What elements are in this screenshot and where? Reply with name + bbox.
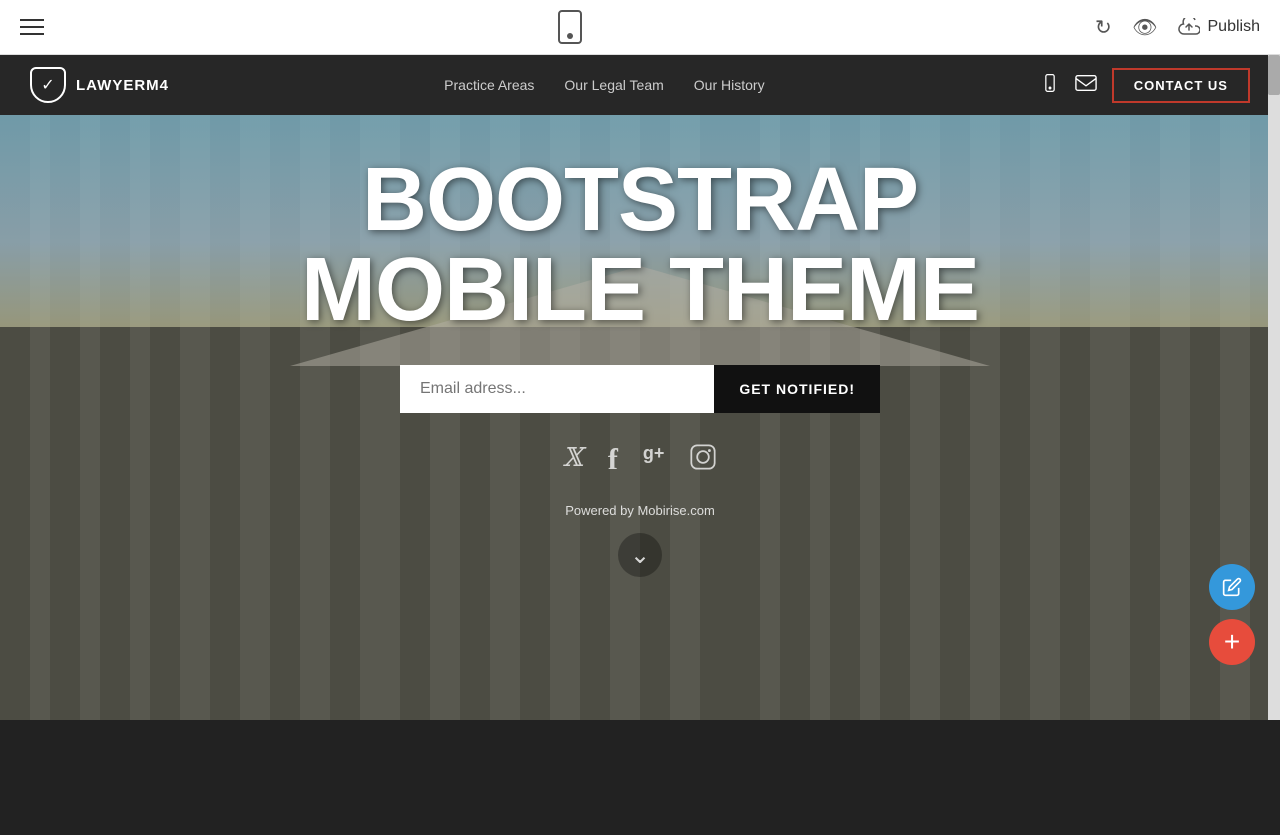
twitter-icon[interactable]: 𝕏 <box>563 443 583 478</box>
google-plus-icon[interactable]: g+ <box>643 443 665 478</box>
mobile-preview-toggle[interactable] <box>558 10 582 44</box>
mail-icon[interactable] <box>1075 74 1097 97</box>
hero-section: BOOTSTRAP MOBILE THEME GET NOTIFIED! 𝕏 f… <box>0 115 1280 720</box>
nav-our-history[interactable]: Our History <box>694 77 765 93</box>
hero-title-line1: BOOTSTRAP <box>362 150 918 250</box>
editor-right-group: ↺ 👁 Publish <box>1095 15 1260 40</box>
editor-center-group <box>558 10 582 44</box>
cloud-upload-icon <box>1178 18 1200 36</box>
hero-form: GET NOTIFIED! <box>400 365 880 413</box>
scrollbar[interactable] <box>1268 55 1280 720</box>
publish-label: Publish <box>1208 18 1260 36</box>
publish-button[interactable]: Publish <box>1178 18 1260 36</box>
powered-by-text: Powered by Mobirise.com <box>565 503 715 518</box>
notify-button[interactable]: GET NOTIFIED! <box>714 365 880 413</box>
editor-left-group <box>20 19 44 35</box>
facebook-icon[interactable]: f <box>608 443 618 478</box>
plus-icon: + <box>1224 626 1240 658</box>
hero-title: BOOTSTRAP MOBILE THEME <box>301 155 979 335</box>
scroll-down-button[interactable]: ⌄ <box>618 533 662 577</box>
hero-title-line2: MOBILE THEME <box>301 240 979 340</box>
nav-legal-team[interactable]: Our Legal Team <box>564 77 663 93</box>
site-logo-text: LAWYERM4 <box>76 77 169 94</box>
email-input[interactable] <box>400 365 714 413</box>
contact-us-button[interactable]: CONTACT US <box>1112 68 1250 103</box>
shield-logo-icon <box>30 67 66 103</box>
add-fab-button[interactable]: + <box>1209 619 1255 665</box>
scrollbar-thumb[interactable] <box>1268 55 1280 95</box>
social-icons-group: 𝕏 f g+ <box>563 443 718 478</box>
site-navbar: LAWYERM4 Practice Areas Our Legal Team O… <box>0 55 1280 115</box>
hamburger-menu[interactable] <box>20 19 44 35</box>
undo-button[interactable]: ↺ <box>1095 15 1112 40</box>
site-nav-right: CONTACT US <box>1040 68 1250 103</box>
site-logo[interactable]: LAWYERM4 <box>30 67 169 103</box>
preview-button[interactable]: 👁 <box>1132 15 1157 40</box>
instagram-icon[interactable] <box>689 443 717 478</box>
site-nav-links: Practice Areas Our Legal Team Our Histor… <box>444 77 764 93</box>
nav-practice-areas[interactable]: Practice Areas <box>444 77 534 93</box>
editor-bar: ↺ 👁 Publish <box>0 0 1280 55</box>
edit-fab-button[interactable] <box>1209 564 1255 610</box>
phone-icon[interactable] <box>1040 73 1060 98</box>
hero-content: BOOTSTRAP MOBILE THEME GET NOTIFIED! 𝕏 f… <box>0 115 1280 577</box>
